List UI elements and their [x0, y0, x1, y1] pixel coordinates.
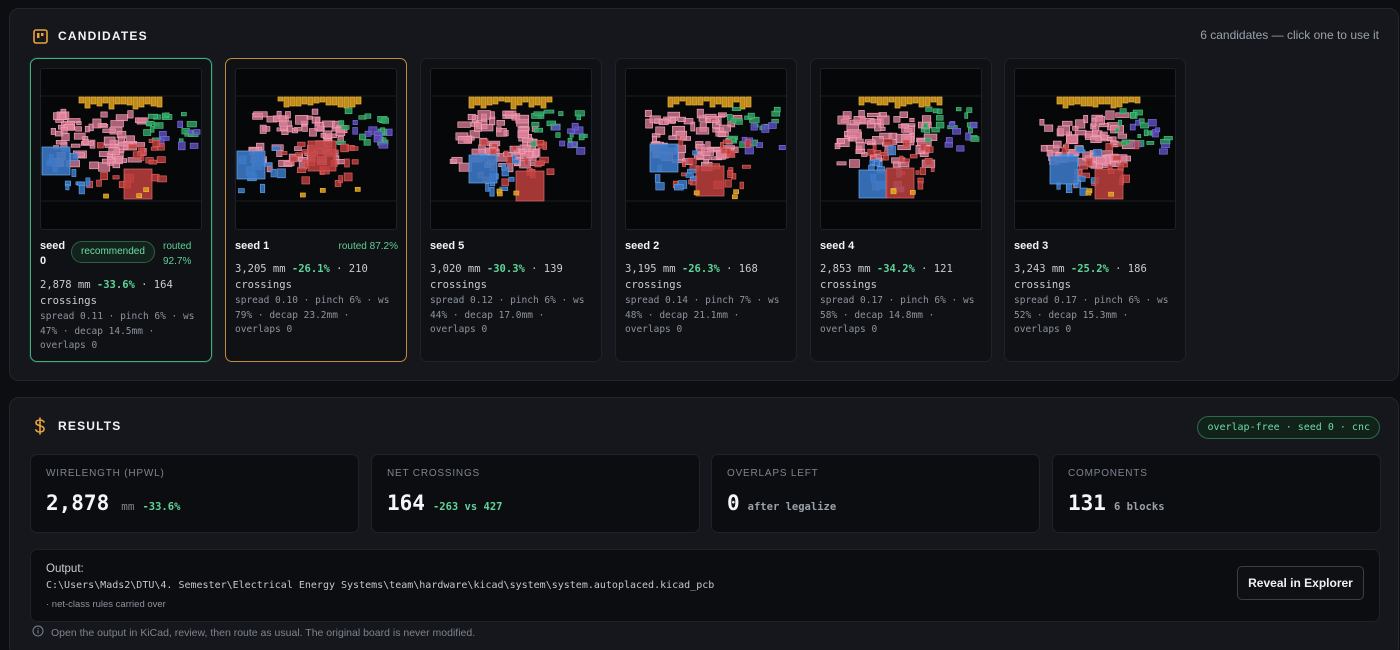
- metric-note: 6 blocks: [1113, 501, 1165, 513]
- metric-value: 0: [727, 491, 740, 515]
- pcb-placement-preview: [1015, 95, 1175, 202]
- seed-label: seed 0: [40, 240, 66, 267]
- metric-unit: mm: [121, 500, 135, 513]
- candidate-thumbnail: [235, 68, 397, 230]
- pcb-placement-preview: [626, 95, 786, 202]
- candidates-header: CANDIDATES: [32, 28, 148, 44]
- candidate-card-seed-5[interactable]: seed 5 3,020 mm -30.3% · 139 crossings s…: [420, 58, 602, 362]
- candidate-stats: 2,878 mm -33.6% · 164 crossings: [40, 279, 173, 307]
- seed-label: seed 1: [235, 240, 270, 252]
- candidate-card-seed-0[interactable]: seed 0 recommended routed 92.7% 2,878 mm…: [30, 58, 212, 362]
- output-label: Output:: [46, 563, 84, 575]
- routed-percentage: routed 92.7%: [163, 241, 192, 267]
- dollar-icon: [32, 417, 48, 435]
- candidate-details: spread 0.12 · pinch 6% · ws 44% · decap …: [430, 295, 585, 335]
- pcb-placement-preview: [41, 95, 201, 202]
- candidate-details: spread 0.14 · pinch 7% · ws 48% · decap …: [625, 295, 780, 335]
- candidates-panel: CANDIDATES 6 candidates — click one to u…: [9, 8, 1399, 381]
- seed-label: seed 3: [1014, 240, 1049, 252]
- routed-percentage: routed 87.2%: [338, 241, 399, 252]
- candidates-hint: 6 candidates — click one to use it: [1200, 28, 1379, 42]
- candidate-stats: 3,020 mm -30.3% · 139 crossings: [430, 263, 563, 291]
- results-header: RESULTS: [32, 417, 122, 435]
- candidate-card-seed-4[interactable]: seed 4 2,853 mm -34.2% · 121 crossings s…: [810, 58, 992, 362]
- metric-label: NET CROSSINGS: [387, 468, 481, 479]
- metric-components: COMPONENTS 131 6 blocks: [1052, 454, 1381, 533]
- metric-delta: -33.6%: [142, 501, 181, 513]
- candidate-details: spread 0.10 · pinch 6% · ws 79% · decap …: [235, 295, 390, 335]
- recommended-badge: recommended: [71, 241, 155, 263]
- footer-note: Open the output in KiCad, review, then r…: [32, 625, 475, 640]
- metric-note: after legalize: [747, 501, 837, 513]
- seed-label: seed 5: [430, 240, 465, 252]
- candidate-details: spread 0.17 · pinch 6% · ws 52% · decap …: [1014, 295, 1169, 335]
- footer-text: Open the output in KiCad, review, then r…: [51, 626, 476, 639]
- metric-wirelength: WIRELENGTH (HPWL) 2,878 mm -33.6%: [30, 454, 359, 533]
- metric-net-crossings: NET CROSSINGS 164 -263 vs 427: [371, 454, 700, 533]
- seed-label: seed 2: [625, 240, 660, 252]
- info-icon: [32, 625, 44, 640]
- metric-overlaps-left: OVERLAPS LEFT 0 after legalize: [711, 454, 1040, 533]
- candidates-title: CANDIDATES: [58, 29, 148, 43]
- candidate-card-seed-1[interactable]: seed 1 routed 87.2% 3,205 mm -26.1% · 21…: [225, 58, 407, 362]
- pcb-placement-preview: [236, 95, 396, 202]
- board-icon: [32, 28, 48, 44]
- candidate-details: spread 0.17 · pinch 6% · ws 58% · decap …: [820, 295, 975, 335]
- candidate-thumbnail: [430, 68, 592, 230]
- candidate-stats: 3,195 mm -26.3% · 168 crossings: [625, 263, 758, 291]
- output-note: · net-class rules carried over: [46, 599, 166, 610]
- metric-value: 2,878: [46, 491, 110, 515]
- candidate-thumbnail: [40, 68, 202, 230]
- pcb-placement-preview: [431, 95, 591, 202]
- candidate-card-seed-3[interactable]: seed 3 3,243 mm -25.2% · 186 crossings s…: [1004, 58, 1186, 362]
- candidate-stats: 3,205 mm -26.1% · 210 crossings: [235, 263, 368, 291]
- pcb-placement-preview: [821, 95, 981, 202]
- candidate-card-seed-2[interactable]: seed 2 3,195 mm -26.3% · 168 crossings s…: [615, 58, 797, 362]
- candidate-stats: 2,853 mm -34.2% · 121 crossings: [820, 263, 953, 291]
- metric-label: OVERLAPS LEFT: [727, 468, 819, 479]
- candidate-thumbnail: [625, 68, 787, 230]
- metric-label: WIRELENGTH (HPWL): [46, 468, 165, 479]
- candidate-stats: 3,243 mm -25.2% · 186 crossings: [1014, 263, 1147, 291]
- output-box: Output: C:\Users\Mads2\DTU\4. Semester\E…: [30, 549, 1380, 622]
- results-panel: RESULTS overlap-free · seed 0 · cnc WIRE…: [9, 397, 1399, 650]
- candidate-details: spread 0.11 · pinch 6% · ws 47% · decap …: [40, 311, 195, 351]
- status-badge: overlap-free · seed 0 · cnc: [1197, 416, 1380, 439]
- metric-value: 164: [387, 491, 425, 515]
- seed-label: seed 4: [820, 240, 855, 252]
- output-path: C:\Users\Mads2\DTU\4. Semester\Electrica…: [46, 580, 715, 591]
- results-title: RESULTS: [58, 419, 122, 433]
- metric-delta: -263 vs 427: [432, 501, 503, 513]
- candidate-thumbnail: [1014, 68, 1176, 230]
- reveal-in-explorer-button[interactable]: Reveal in Explorer: [1237, 566, 1364, 600]
- metric-label: COMPONENTS: [1068, 468, 1148, 479]
- metric-value: 131: [1068, 491, 1106, 515]
- candidate-thumbnail: [820, 68, 982, 230]
